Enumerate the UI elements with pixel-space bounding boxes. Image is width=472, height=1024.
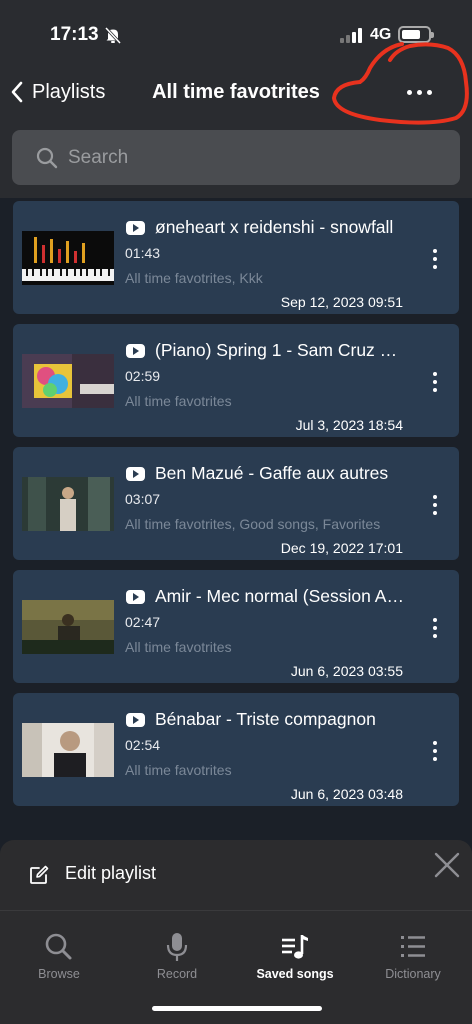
youtube-icon	[126, 467, 145, 481]
tab-browse[interactable]: Browse	[0, 922, 118, 992]
divider	[0, 910, 472, 911]
song-title: Amir - Mec normal (Session Acoustique)	[155, 586, 410, 606]
edit-playlist-label: Edit playlist	[65, 863, 157, 883]
song-duration: 02:59	[125, 368, 161, 384]
song-thumbnail	[22, 477, 114, 531]
song-more-button[interactable]	[427, 370, 443, 394]
tab-bar: Browse Record Saved songs Dictionary	[0, 922, 472, 992]
song-thumbnail	[22, 723, 114, 777]
microphone-icon	[166, 933, 188, 961]
song-card[interactable]: øneheart x reidenshi - snowfall 01:43 Al…	[13, 201, 459, 314]
song-more-button[interactable]	[427, 616, 443, 640]
search-bar[interactable]	[12, 130, 460, 185]
song-date: Dec 19, 2022 17:01	[280, 540, 403, 556]
youtube-icon	[126, 221, 145, 235]
edit-icon	[30, 865, 49, 884]
tab-record[interactable]: Record	[118, 922, 236, 992]
song-duration: 02:54	[125, 737, 161, 753]
song-duration: 01:43	[125, 245, 161, 261]
song-thumbnail	[22, 600, 114, 654]
song-thumbnail	[22, 231, 114, 285]
status-time: 17:13	[50, 24, 99, 45]
close-icon[interactable]	[432, 850, 462, 880]
tab-label: Record	[156, 967, 198, 981]
search-input[interactable]	[68, 146, 428, 169]
song-title: øneheart x reidenshi - snowfall	[155, 217, 394, 237]
song-date: Jun 6, 2023 03:55	[290, 663, 403, 679]
song-playlists: All time favotrites, Good songs, Favorit…	[125, 516, 381, 532]
search-icon	[36, 147, 58, 168]
song-card[interactable]: Ben Mazué - Gaffe aux autres 03:07 All t…	[13, 447, 459, 560]
song-more-button[interactable]	[427, 739, 443, 763]
song-date: Sep 12, 2023 09:51	[280, 294, 403, 310]
song-card[interactable]: (Piano) Spring 1 - Sam Cruz Mawson 02:59…	[13, 324, 459, 437]
song-card[interactable]: Bénabar - Triste compagnon 02:54 All tim…	[13, 693, 459, 806]
search-icon	[45, 933, 72, 960]
tab-label: Saved songs	[256, 967, 334, 981]
youtube-icon	[126, 590, 145, 604]
tab-saved-songs[interactable]: Saved songs	[236, 922, 354, 992]
song-card[interactable]: Amir - Mec normal (Session Acoustique) 0…	[13, 570, 459, 683]
song-date: Jun 6, 2023 03:48	[290, 786, 403, 802]
song-more-button[interactable]	[427, 493, 443, 517]
song-playlists: All time favotrites	[125, 762, 232, 778]
song-playlists: All time favotrites	[125, 639, 232, 655]
red-circle-annotation	[331, 42, 469, 125]
song-more-button[interactable]	[427, 247, 443, 271]
song-title: (Piano) Spring 1 - Sam Cruz Mawson	[155, 340, 410, 360]
song-playlists: All time favotrites, Kkk	[125, 270, 263, 286]
song-title: Ben Mazué - Gaffe aux autres	[155, 463, 389, 483]
youtube-icon	[126, 713, 145, 727]
list-icon	[401, 936, 425, 957]
tab-dictionary[interactable]: Dictionary	[354, 922, 472, 992]
music-list-icon	[282, 935, 308, 959]
song-playlists: All time favotrites	[125, 393, 232, 409]
song-title: Bénabar - Triste compagnon	[155, 709, 376, 729]
youtube-icon	[126, 344, 145, 358]
bell-muted-icon	[104, 26, 122, 44]
edit-playlist-button[interactable]: Edit playlist	[0, 840, 472, 910]
song-thumbnail	[22, 354, 114, 408]
song-date: Jul 3, 2023 18:54	[295, 417, 403, 433]
song-duration: 03:07	[125, 491, 161, 507]
tab-label: Dictionary	[385, 967, 441, 981]
header-area: 17:13 4G Playlists All time favotrites	[0, 0, 472, 198]
tab-label: Browse	[38, 967, 80, 981]
song-duration: 02:47	[125, 614, 161, 630]
home-indicator	[152, 1006, 322, 1011]
